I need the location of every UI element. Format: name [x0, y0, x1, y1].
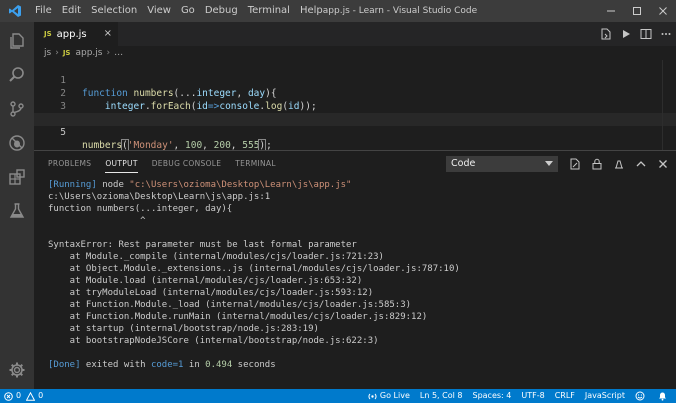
editor-tab-bar: JS app.js × [34, 22, 676, 46]
output-channel-value: Code [451, 158, 476, 169]
go-live-button[interactable]: Go Live [368, 389, 410, 403]
output-log[interactable]: [Running] node "c:\Users\ozioma\Desktop\… [48, 179, 668, 389]
status-bar-left: 0 0 [4, 389, 53, 403]
search-icon[interactable] [0, 58, 34, 92]
tab-output[interactable]: OUTPUT [105, 151, 139, 177]
output-stack-line: at Object.Module._extensions..js (intern… [48, 264, 460, 274]
tab-debug-console[interactable]: DEBUG CONSOLE [152, 151, 222, 177]
output-error-line: SyntaxError: Rest parameter must be last… [48, 240, 357, 250]
code-line-active: 5 numbers('Monday', 100, 200, 555); [34, 113, 676, 152]
lock-scroll-icon[interactable] [586, 151, 608, 177]
breadcrumb-file[interactable]: app.js [75, 48, 102, 58]
chevron-up-icon[interactable] [630, 151, 652, 177]
activity-bar [0, 22, 34, 389]
error-icon [4, 391, 13, 401]
bottom-panel: PROBLEMS OUTPUT DEBUG CONSOLE TERMINAL C… [34, 150, 676, 389]
menu-bar: File Edit Selection View Go Debug Termin… [30, 0, 328, 22]
menu-view[interactable]: View [142, 0, 176, 22]
code-line: 1 function numbers(...integer, day){ [34, 61, 676, 99]
close-window-button[interactable] [650, 0, 676, 22]
menu-debug[interactable]: Debug [200, 0, 243, 22]
javascript-file-icon: JS [62, 49, 71, 57]
output-channel-select[interactable]: Code [446, 156, 558, 172]
settings-gear-icon[interactable] [0, 353, 34, 387]
breadcrumb-symbol[interactable]: … [114, 48, 123, 58]
breadcrumb-separator: › [55, 48, 59, 58]
status-bar-right: Go Live Ln 5, Col 8 Spaces: 4 UTF-8 CRLF… [368, 389, 676, 403]
menu-selection[interactable]: Selection [86, 0, 142, 22]
warning-icon [26, 391, 36, 401]
output-stack-line: at tryModuleLoad (internal/modules/cjs/l… [48, 288, 374, 298]
cursor-position[interactable]: Ln 5, Col 8 [420, 389, 463, 403]
explorer-icon[interactable] [0, 24, 34, 58]
menu-terminal[interactable]: Terminal [243, 0, 295, 22]
output-line: c:\Users\ozioma\Desktop\Learn\js\app.js:… [48, 192, 271, 202]
line-number: 5 [60, 127, 66, 138]
warning-count: 0 [38, 391, 44, 400]
broadcast-icon [368, 393, 377, 399]
tab-problems[interactable]: PROBLEMS [48, 151, 91, 177]
code-editor[interactable]: 1 function numbers(...integer, day){ 2 i… [34, 60, 676, 152]
menu-go[interactable]: Go [176, 0, 200, 22]
output-running-line: [Running] node "c:\Users\ozioma\Desktop\… [48, 180, 352, 190]
menu-edit[interactable]: Edit [57, 0, 86, 22]
test-flask-icon[interactable] [0, 194, 34, 228]
split-editor-icon[interactable] [636, 22, 656, 46]
output-stack-line: at Module.load (internal/modules/cjs/loa… [48, 276, 363, 286]
panel-actions [564, 151, 674, 177]
code-line: 3 } [34, 87, 676, 125]
run-code-icon[interactable] [616, 22, 636, 46]
window-controls [598, 0, 676, 22]
close-panel-icon[interactable] [652, 151, 674, 177]
menu-file[interactable]: File [30, 0, 57, 22]
minimize-button[interactable] [598, 0, 624, 22]
close-tab-icon[interactable]: × [104, 28, 112, 40]
debug-icon[interactable] [0, 126, 34, 160]
javascript-file-icon: JS [44, 30, 52, 38]
tab-terminal[interactable]: TERMINAL [235, 151, 276, 177]
tab-label: app.js [56, 28, 87, 40]
breadcrumb: js › JS app.js › … [34, 46, 676, 60]
clear-console-icon[interactable] [608, 151, 630, 177]
more-actions-icon[interactable] [656, 22, 676, 46]
output-stack-line: at Function.Module.runMain (internal/mod… [48, 312, 428, 322]
problems-status[interactable]: 0 0 [4, 389, 43, 403]
output-line: function numbers(...integer, day){ [48, 204, 233, 214]
breadcrumb-separator: › [106, 48, 111, 58]
code-line: 2 integer.forEach(id=>console.log(id)); [34, 74, 676, 112]
file-encoding[interactable]: UTF-8 [521, 389, 544, 403]
clear-output-icon[interactable] [564, 151, 586, 177]
source-control-icon[interactable] [0, 92, 34, 126]
extensions-icon[interactable] [0, 160, 34, 194]
breadcrumb-folder[interactable]: js [44, 48, 51, 58]
code-line: 4 [34, 100, 676, 125]
status-bar: 0 0 Go Live Ln 5, Col 8 Spaces: 4 UTF-8 … [0, 389, 676, 403]
vscode-logo-icon [0, 0, 30, 22]
error-count: 0 [16, 391, 22, 400]
output-done-line: [Done] exited with code=1 in 0.494 secon… [48, 360, 276, 370]
notifications-bell-icon[interactable] [658, 391, 670, 401]
editor-actions [596, 22, 676, 46]
output-stack-line: at bootstrapNodeJSCore (internal/bootstr… [48, 336, 379, 346]
title-bar: File Edit Selection View Go Debug Termin… [0, 0, 676, 22]
output-stack-line: at Function.Module._load (internal/modul… [48, 300, 412, 310]
chevron-down-icon [545, 161, 553, 166]
output-stack-line: at startup (internal/bootstrap/node.js:2… [48, 324, 319, 334]
window-title: app.js - Learn - Visual Studio Code [322, 6, 478, 16]
end-of-line[interactable]: CRLF [555, 389, 575, 403]
output-stack-line: at Module._compile (internal/modules/cjs… [48, 252, 384, 262]
maximize-button[interactable] [624, 0, 650, 22]
tab-app-js[interactable]: JS app.js × [34, 22, 118, 46]
open-changes-icon[interactable] [596, 22, 616, 46]
feedback-icon[interactable] [635, 391, 648, 401]
editor-scrollbar[interactable] [662, 60, 676, 150]
indentation[interactable]: Spaces: 4 [472, 389, 511, 403]
language-mode[interactable]: JavaScript [585, 389, 625, 403]
output-line: ^ [48, 216, 146, 226]
